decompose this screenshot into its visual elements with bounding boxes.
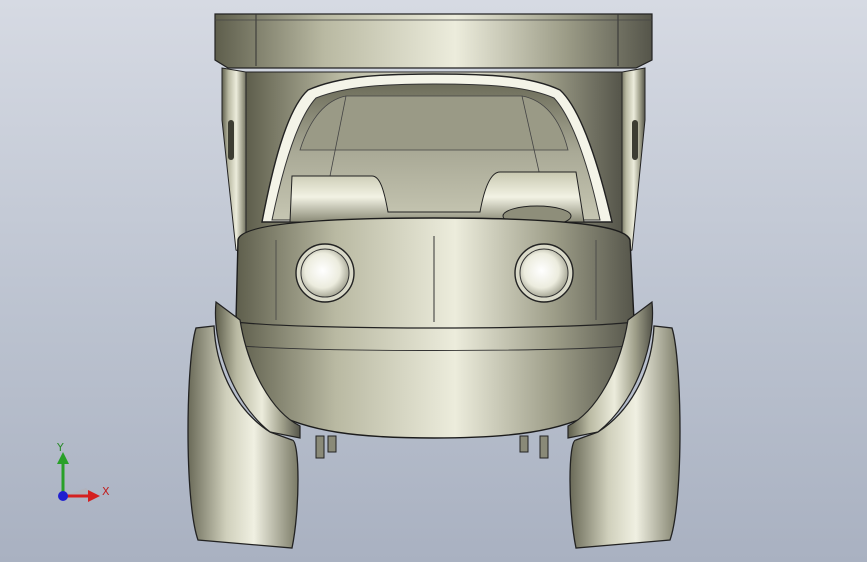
- truck-model[interactable]: [0, 0, 867, 562]
- headlight-left: [295, 243, 355, 303]
- y-axis-label: Y: [57, 441, 64, 454]
- front-body: [235, 217, 635, 439]
- cab: [261, 73, 613, 227]
- coordinate-triad: Y X: [48, 440, 128, 510]
- underbody-brackets: [315, 435, 549, 459]
- headlight-right: [514, 243, 574, 303]
- cad-viewport[interactable]: Y X: [0, 0, 867, 562]
- x-axis-label: X: [102, 485, 110, 498]
